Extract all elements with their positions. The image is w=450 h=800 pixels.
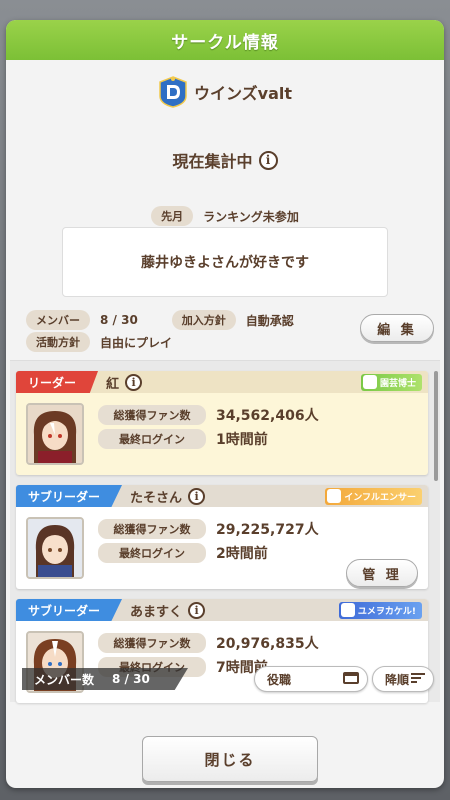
member-card-subleader[interactable]: サブリーダー たそさん i インフルエンサー 総獲得ファン数 29,225,72… xyxy=(16,485,428,589)
fans-row: 総獲得ファン数 34,562,406人 xyxy=(98,405,319,425)
title-badge-icon xyxy=(362,375,377,389)
title-badge-text: 園芸博士 xyxy=(379,378,416,389)
circle-name: ウインズvalt xyxy=(193,84,293,103)
activity-policy-label: 活動方針 xyxy=(26,332,90,352)
last-month-row: 先月 ランキング未参加 xyxy=(6,206,444,226)
avatar[interactable] xyxy=(26,517,84,579)
sort-by-role-label: 役職 xyxy=(267,672,292,687)
circle-emblem-icon xyxy=(158,76,188,108)
member-name: 紅 xyxy=(106,376,120,392)
last-month-label: 先月 xyxy=(151,206,194,226)
login-value: 1時間前 xyxy=(216,432,268,448)
info-icon[interactable]: i xyxy=(188,601,206,619)
fans-value: 29,225,727人 xyxy=(216,522,319,538)
member-count-value: 8 / 30 xyxy=(112,672,150,686)
activity-policy-value: 自由にプレイ xyxy=(100,335,173,350)
member-count-label: メンバー数 xyxy=(34,672,95,687)
login-row: 最終ログイン 2時間前 xyxy=(98,543,268,563)
sort-by-role-button[interactable]: 役職 xyxy=(254,666,368,692)
edit-button[interactable]: 編 集 xyxy=(360,314,434,342)
login-value: 2時間前 xyxy=(216,546,268,562)
ranking-status: 現在集計中 i xyxy=(6,148,444,172)
window-icon xyxy=(343,671,359,687)
members-value: 8 / 30 xyxy=(100,313,138,327)
circle-info-dialog: サークル情報 ウインズvalt 現在集計中 i 先月 ランキング未参加 藤井ゆき… xyxy=(6,20,444,788)
manage-button[interactable]: 管 理 xyxy=(346,559,418,587)
member-card-leader[interactable]: リーダー 紅 i 園芸博士 総獲得ファン数 34,562,406人 最終ログイン… xyxy=(16,371,428,475)
title-badge-text: インフルエンサー xyxy=(344,492,416,503)
fans-label: 総獲得ファン数 xyxy=(98,519,206,539)
sort-order-label: 降順 xyxy=(385,672,410,687)
title-badge: インフルエンサー xyxy=(325,487,422,505)
sort-list-icon xyxy=(411,672,425,687)
status-text: 現在集計中 xyxy=(172,152,253,171)
last-month-value: ランキング未参加 xyxy=(203,209,299,224)
role-tag: リーダー xyxy=(16,371,99,393)
join-policy-label: 加入方針 xyxy=(171,310,236,330)
title-badge-icon xyxy=(327,489,342,503)
info-icon[interactable]: i xyxy=(258,150,278,170)
fans-label: 総獲得ファン数 xyxy=(98,405,206,425)
join-policy-value: 自動承認 xyxy=(245,313,294,328)
circle-slogan: 藤井ゆきよさんが好きです xyxy=(62,227,388,297)
info-icon[interactable]: i xyxy=(188,487,206,505)
role-tag: サブリーダー xyxy=(16,485,123,507)
info-icon[interactable]: i xyxy=(125,373,143,391)
avatar[interactable] xyxy=(26,403,84,465)
member-list[interactable]: リーダー 紅 i 園芸博士 総獲得ファン数 34,562,406人 最終ログイン… xyxy=(10,360,440,703)
dialog-header: サークル情報 xyxy=(6,20,444,60)
member-card-header: サブリーダー あますく i ユメヲカケル! xyxy=(16,599,428,621)
activity-meta: 活動方針 自由にプレイ xyxy=(26,332,172,352)
title-badge: 園芸博士 xyxy=(360,373,422,391)
fans-row: 総獲得ファン数 29,225,727人 xyxy=(98,519,319,539)
login-label: 最終ログイン xyxy=(98,543,206,563)
role-tag: サブリーダー xyxy=(16,599,123,621)
dialog-title: サークル情報 xyxy=(171,32,279,53)
login-row: 最終ログイン 1時間前 xyxy=(98,429,268,449)
fans-value: 34,562,406人 xyxy=(216,408,319,424)
members-label: メンバー xyxy=(26,310,90,330)
fans-label: 総獲得ファン数 xyxy=(98,633,206,653)
list-scrollbar[interactable] xyxy=(434,371,438,481)
title-badge: ユメヲカケル! xyxy=(338,601,422,619)
member-count-bar: メンバー数 8 / 30 xyxy=(22,668,188,690)
members-meta: メンバー 8 / 30 加入方針 自動承認 xyxy=(26,310,294,330)
member-card-header: リーダー 紅 i 園芸博士 xyxy=(16,371,428,393)
sort-order-button[interactable]: 降順 xyxy=(372,666,434,692)
title-badge-text: ユメヲカケル! xyxy=(357,606,416,617)
member-name: あますく xyxy=(130,604,183,620)
title-badge-icon xyxy=(340,603,355,617)
member-card-header: サブリーダー たそさん i インフルエンサー xyxy=(16,485,428,507)
member-name: たそさん xyxy=(130,490,183,506)
slogan-text: 藤井ゆきよさんが好きです xyxy=(141,255,309,271)
circle-title-row: ウインズvalt xyxy=(6,76,444,108)
login-label: 最終ログイン xyxy=(98,429,206,449)
fans-row: 総獲得ファン数 20,976,835人 xyxy=(98,633,319,653)
fans-value: 20,976,835人 xyxy=(216,636,319,652)
close-button[interactable]: 閉じる xyxy=(142,736,318,782)
